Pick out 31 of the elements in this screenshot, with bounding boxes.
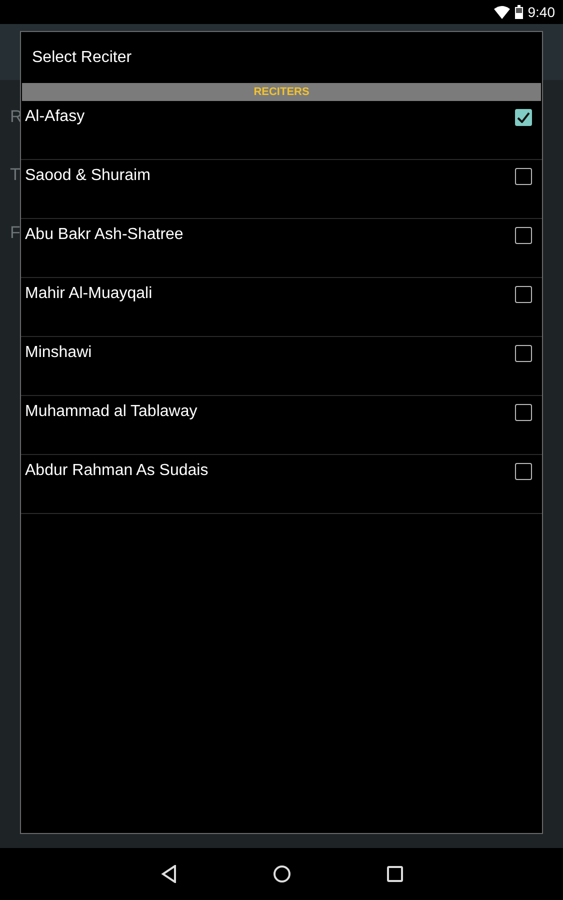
reciter-row[interactable]: Al-Afasy bbox=[21, 101, 542, 160]
clock: 9:40 bbox=[528, 4, 555, 20]
section-header: RECITERS bbox=[22, 83, 541, 101]
checkbox[interactable] bbox=[515, 168, 532, 185]
reciter-name: Saood & Shuraim bbox=[25, 166, 152, 185]
reciter-name: Muhammad al Tablaway bbox=[25, 402, 198, 421]
setting-label: T bbox=[10, 164, 20, 186]
reciter-row[interactable]: Muhammad al Tablaway bbox=[21, 396, 542, 455]
checkbox[interactable] bbox=[515, 109, 532, 126]
checkbox[interactable] bbox=[515, 227, 532, 244]
reciter-name: Al-Afasy bbox=[25, 107, 86, 126]
battery-icon bbox=[514, 5, 523, 19]
checkbox[interactable] bbox=[515, 345, 532, 362]
reciter-name: Mahir Al-Muayqali bbox=[25, 284, 154, 303]
home-icon[interactable] bbox=[272, 865, 290, 883]
dialog-title: Select Reciter bbox=[32, 48, 132, 66]
reciter-row[interactable]: Saood & Shuraim bbox=[21, 160, 542, 219]
checkbox[interactable] bbox=[515, 286, 532, 303]
reciter-row[interactable]: Mahir Al-Muayqali bbox=[21, 278, 542, 337]
overview-icon[interactable] bbox=[386, 866, 402, 882]
back-icon[interactable] bbox=[160, 865, 176, 883]
reciter-row[interactable]: Minshawi bbox=[21, 337, 542, 396]
reciter-row[interactable]: Abdur Rahman As Sudais bbox=[21, 455, 542, 514]
reciter-name: Minshawi bbox=[25, 343, 93, 362]
setting-label: F bbox=[10, 222, 20, 244]
reciter-row[interactable]: Abu Bakr Ash-Shatree bbox=[21, 219, 542, 278]
wifi-icon bbox=[494, 6, 510, 18]
reciter-name: Abu Bakr Ash-Shatree bbox=[25, 225, 184, 244]
checkbox[interactable] bbox=[515, 463, 532, 480]
reciter-name: Abdur Rahman As Sudais bbox=[25, 461, 210, 480]
checkbox[interactable] bbox=[515, 404, 532, 421]
